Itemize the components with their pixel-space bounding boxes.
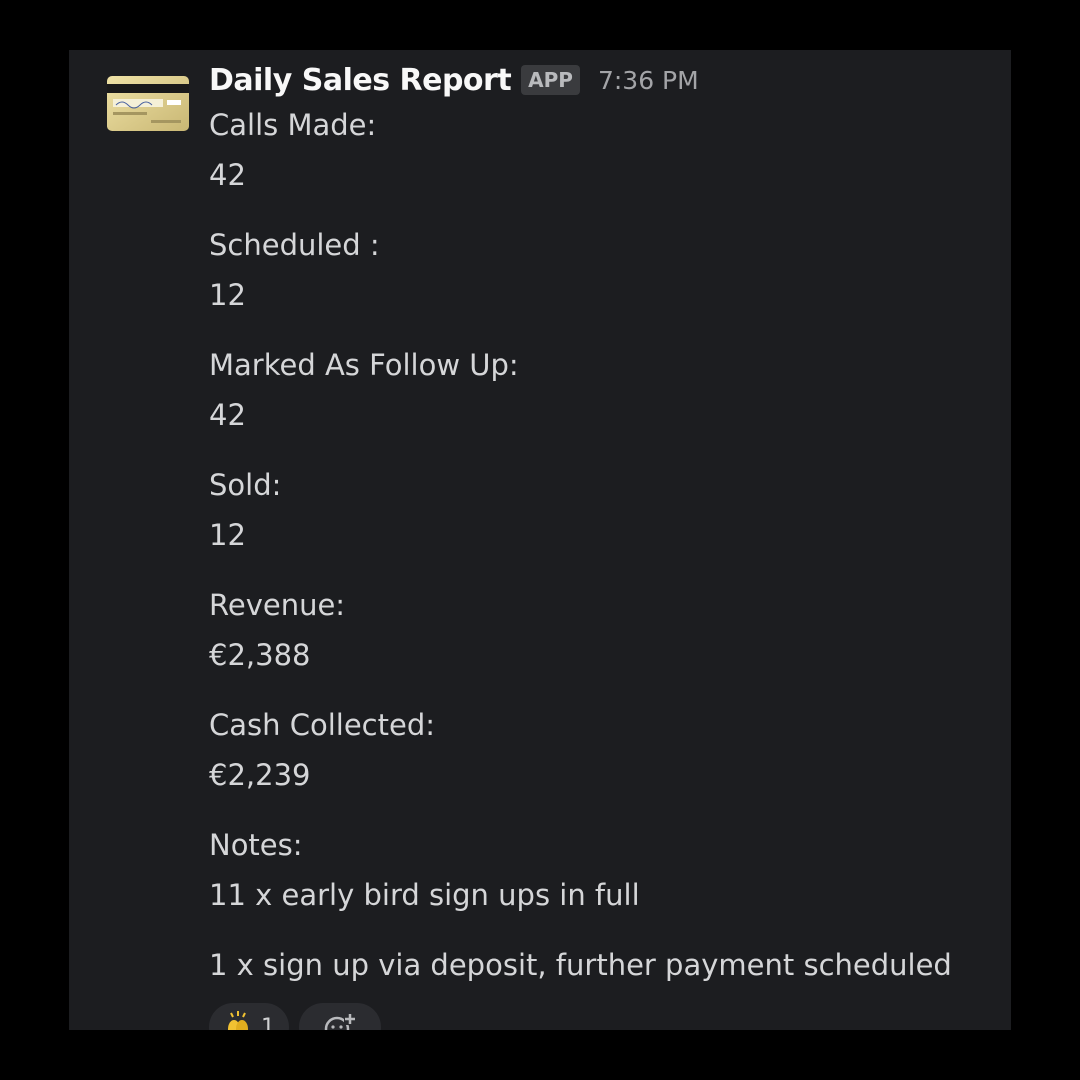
- app-avatar[interactable]: [107, 76, 189, 131]
- reaction-count: 1: [261, 1014, 275, 1031]
- field-label: Marked As Follow Up:: [209, 348, 519, 382]
- message-header: Daily Sales Report APP 7:36 PM: [209, 60, 999, 100]
- field-scheduled: Scheduled : 12: [209, 220, 999, 320]
- field-sold: Sold: 12: [209, 460, 999, 560]
- field-label: Revenue:: [209, 588, 346, 622]
- timestamp[interactable]: 7:36 PM: [598, 66, 699, 95]
- field-label: Sold:: [209, 468, 282, 502]
- sender-name[interactable]: Daily Sales Report: [209, 63, 512, 98]
- credit-card-icon: [107, 76, 189, 131]
- field-value: 42: [209, 158, 246, 192]
- field-label: Scheduled :: [209, 228, 380, 262]
- message-panel: Daily Sales Report APP 7:36 PM Calls Mad…: [69, 50, 1011, 1030]
- field-label: Calls Made:: [209, 108, 377, 142]
- note-line: 11 x early bird sign ups in full: [209, 878, 640, 912]
- field-follow-up: Marked As Follow Up: 42: [209, 340, 999, 440]
- app-badge: APP: [521, 65, 580, 95]
- field-calls-made: Calls Made: 42: [209, 100, 999, 200]
- reactions-bar: 1: [209, 1003, 381, 1030]
- field-value: 12: [209, 278, 246, 312]
- field-label: Cash Collected:: [209, 708, 436, 742]
- clapping-hands-icon: [223, 1009, 253, 1030]
- field-value: €2,388: [209, 638, 311, 672]
- field-notes: Notes: 11 x early bird sign ups in full …: [209, 820, 999, 990]
- add-reaction-button[interactable]: [299, 1003, 381, 1030]
- field-revenue: Revenue: €2,388: [209, 580, 999, 680]
- field-value: €2,239: [209, 758, 311, 792]
- note-line: 1 x sign up via deposit, further payment…: [209, 948, 952, 982]
- message-body: Daily Sales Report APP 7:36 PM Calls Mad…: [209, 60, 999, 1010]
- add-emoji-icon: [324, 1013, 356, 1030]
- notes-label: Notes:: [209, 828, 303, 862]
- field-value: 42: [209, 398, 246, 432]
- field-value: 12: [209, 518, 246, 552]
- field-cash-collected: Cash Collected: €2,239: [209, 700, 999, 800]
- reaction-pill[interactable]: 1: [209, 1003, 289, 1030]
